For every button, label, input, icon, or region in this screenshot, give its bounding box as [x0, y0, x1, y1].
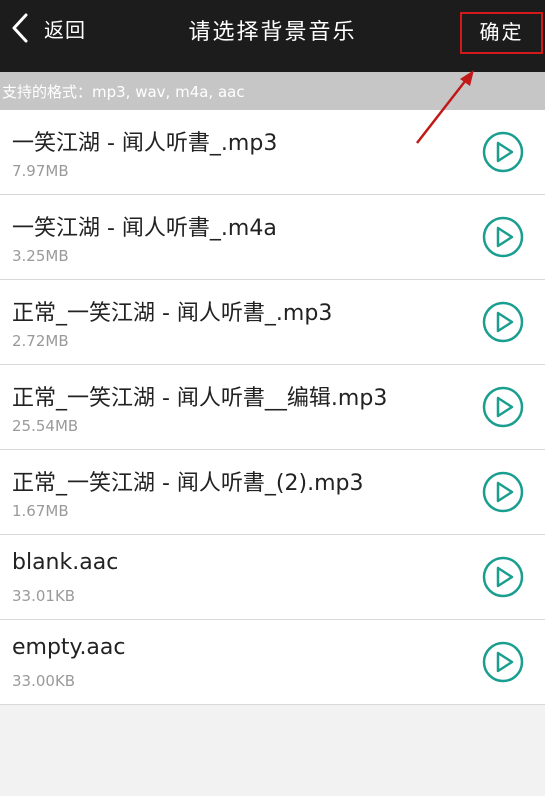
top-bar: 返回 请选择背景音乐 确定	[0, 0, 545, 72]
list-item[interactable]: blank.aac 33.01KB	[0, 535, 545, 620]
play-circle-icon	[482, 216, 524, 258]
play-button[interactable]	[482, 131, 524, 173]
list-item[interactable]: 正常_一笑江湖 - 闻人听書_.mp3 2.72MB	[0, 280, 545, 365]
list-item[interactable]: 一笑江湖 - 闻人听書_.mp3 7.97MB	[0, 110, 545, 195]
file-size: 33.00KB	[12, 672, 76, 690]
play-circle-icon	[482, 131, 524, 173]
play-circle-icon	[482, 301, 524, 343]
file-name: empty.aac	[12, 635, 126, 660]
file-name: 正常_一笑江湖 - 闻人听書_(2).mp3	[12, 471, 364, 496]
play-button[interactable]	[482, 641, 524, 683]
file-size: 25.54MB	[12, 417, 79, 435]
play-button[interactable]	[482, 556, 524, 598]
list-item[interactable]: 正常_一笑江湖 - 闻人听書__编辑.mp3 25.54MB	[0, 365, 545, 450]
play-circle-icon	[482, 641, 524, 683]
confirm-button[interactable]: 确定	[460, 12, 543, 54]
list-item[interactable]: empty.aac 33.00KB	[0, 620, 545, 705]
play-button[interactable]	[482, 386, 524, 428]
file-name: blank.aac	[12, 550, 119, 575]
confirm-label: 确定	[479, 20, 524, 44]
file-size: 7.97MB	[12, 162, 69, 180]
list-item[interactable]: 一笑江湖 - 闻人听書_.m4a 3.25MB	[0, 195, 545, 280]
file-name: 一笑江湖 - 闻人听書_.mp3	[12, 131, 278, 156]
list-item[interactable]: 正常_一笑江湖 - 闻人听書_(2).mp3 1.67MB	[0, 450, 545, 535]
supported-formats-bar: 支持的格式：mp3, wav, m4a, aac	[0, 72, 545, 110]
play-circle-icon	[482, 556, 524, 598]
file-size: 2.72MB	[12, 332, 69, 350]
play-circle-icon	[482, 471, 524, 513]
file-name: 正常_一笑江湖 - 闻人听書_.mp3	[12, 301, 333, 326]
file-size: 3.25MB	[12, 247, 69, 265]
supported-formats-text: 支持的格式：mp3, wav, m4a, aac	[2, 82, 245, 101]
file-size: 1.67MB	[12, 502, 69, 520]
play-button[interactable]	[482, 216, 524, 258]
music-file-list: 一笑江湖 - 闻人听書_.mp3 7.97MB 一笑江湖 - 闻人听書_.m4a…	[0, 110, 545, 705]
file-name: 正常_一笑江湖 - 闻人听書__编辑.mp3	[12, 386, 388, 411]
file-size: 33.01KB	[12, 587, 76, 605]
play-button[interactable]	[482, 471, 524, 513]
play-circle-icon	[482, 386, 524, 428]
play-button[interactable]	[482, 301, 524, 343]
file-name: 一笑江湖 - 闻人听書_.m4a	[12, 216, 277, 241]
